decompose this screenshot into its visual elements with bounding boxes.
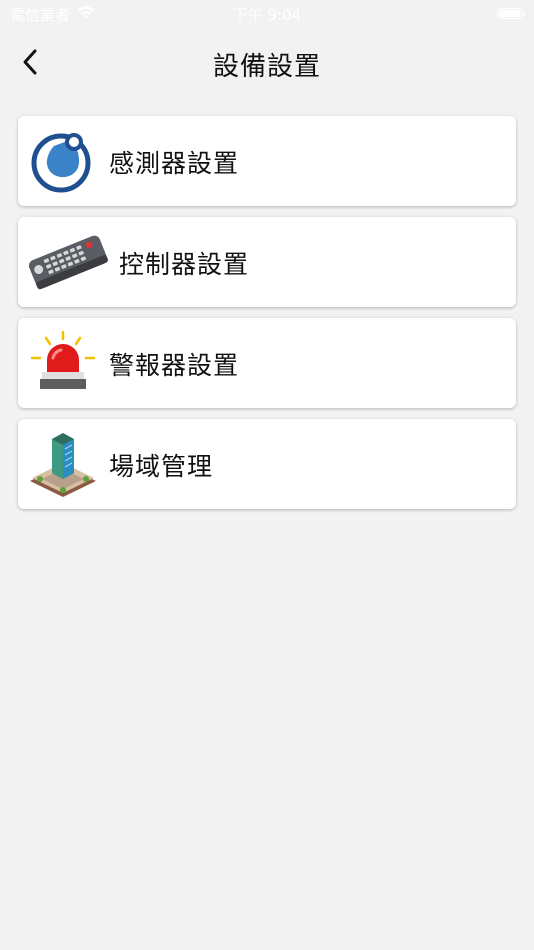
menu-item-label: 感測器設置 xyxy=(109,149,240,178)
menu-item-label: 控制器設置 xyxy=(119,250,250,279)
status-bar: 電信業者 下午 9:04 xyxy=(0,0,534,28)
settings-menu: 感測器設置 控制器設置 警報器設置 場域管理 xyxy=(18,116,516,520)
menu-item-alarm-settings[interactable]: 警報器設置 xyxy=(18,318,516,408)
nav-bar: 設備設置 xyxy=(0,28,534,98)
building-icon xyxy=(28,429,98,499)
menu-item-label: 場域管理 xyxy=(109,452,214,481)
alarm-siren-icon xyxy=(28,328,98,398)
status-time: 下午 9:04 xyxy=(232,6,302,24)
menu-item-site-management[interactable]: 場域管理 xyxy=(18,419,516,509)
battery-icon xyxy=(497,8,525,19)
menu-item-label: 警報器設置 xyxy=(109,351,240,380)
sensor-icon xyxy=(28,126,98,196)
page-title: 設備設置 xyxy=(212,52,321,82)
menu-item-sensor-settings[interactable]: 感測器設置 xyxy=(18,116,516,206)
remote-control-icon xyxy=(28,227,108,297)
menu-item-controller-settings[interactable]: 控制器設置 xyxy=(18,217,516,307)
